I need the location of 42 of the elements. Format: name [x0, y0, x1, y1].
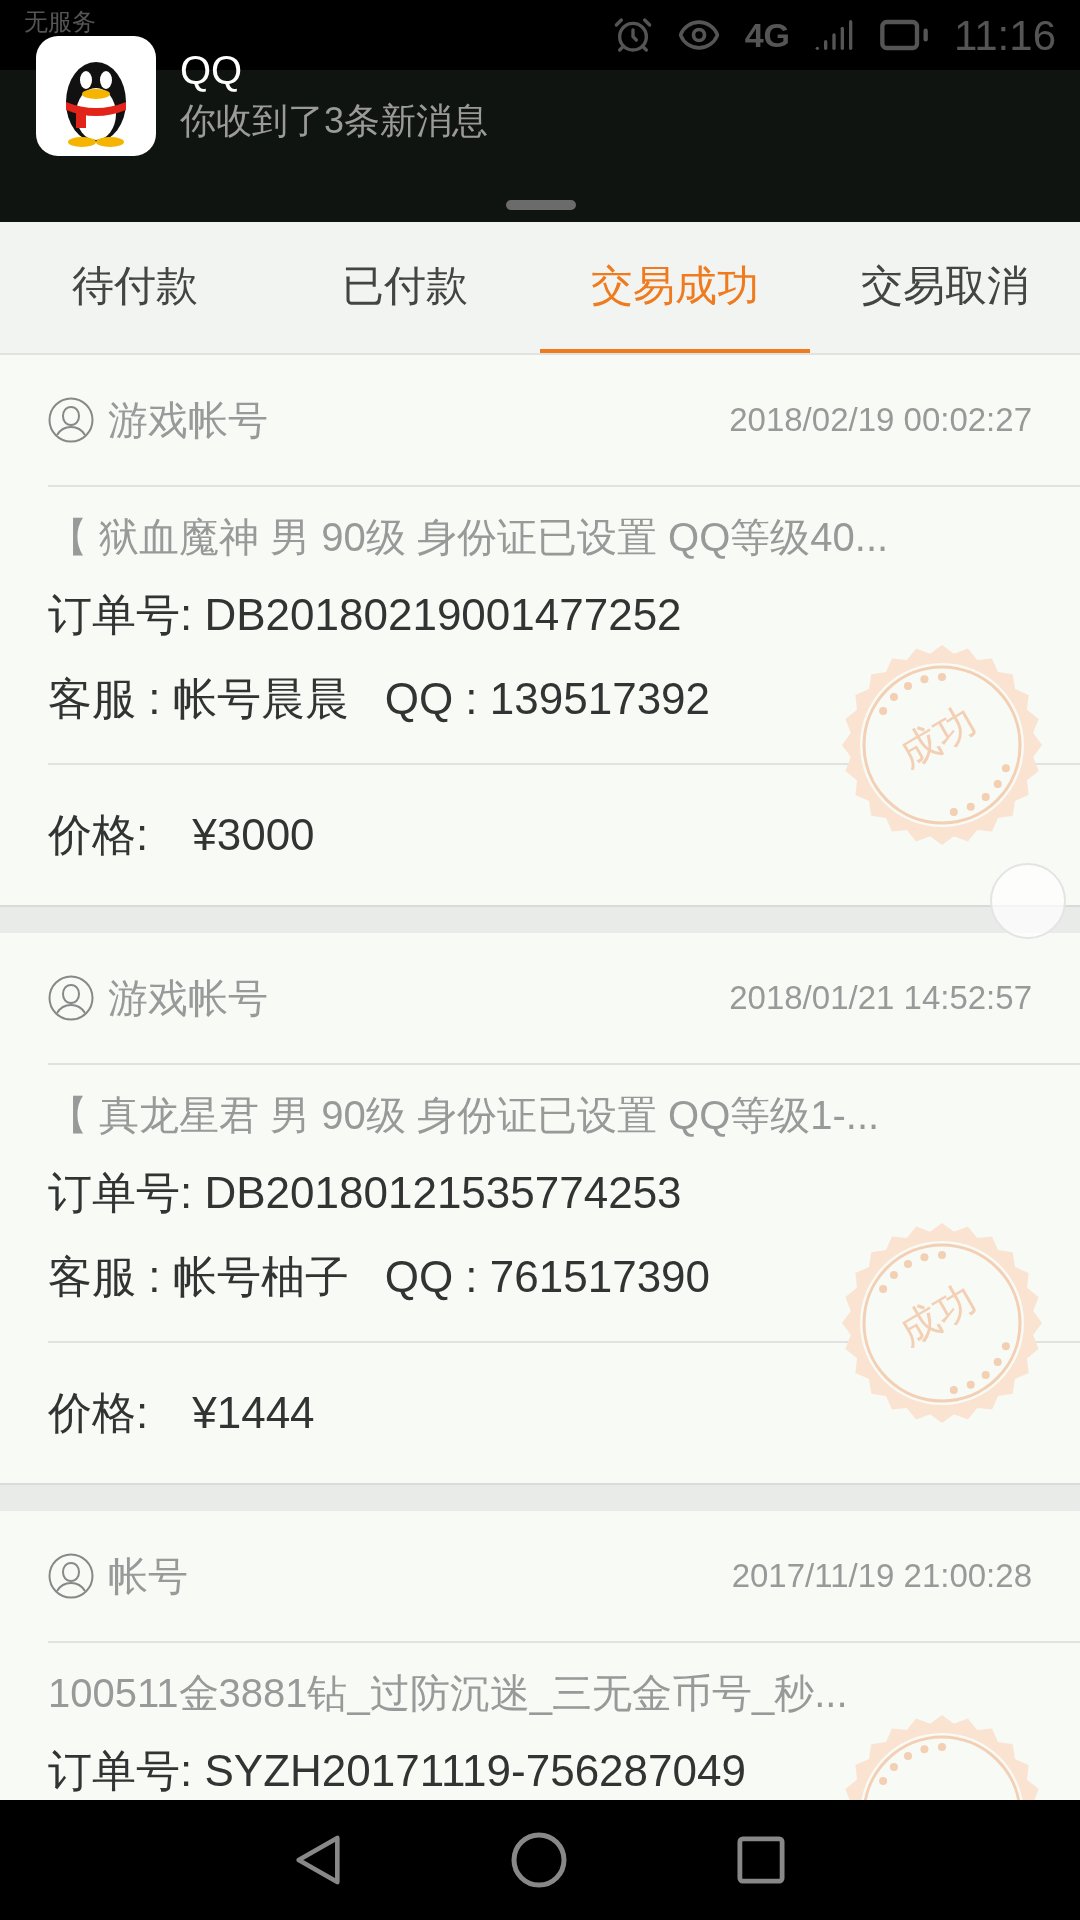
- order-number: 订单号: DB20180219001477252: [48, 589, 682, 641]
- item-title: 100511金3881钻_过防沉迷_三无金币号_秒...: [48, 1670, 849, 1717]
- order-number: 订单号: DB20180121535774253: [48, 1167, 682, 1219]
- order-date: 2017/11/19 21:00:28: [731, 1556, 1032, 1597]
- order-tab[interactable]: 待付款: [0, 222, 270, 353]
- price-label: 价格:: [48, 1387, 149, 1439]
- service-qq: QQ : 139517392: [384, 673, 711, 725]
- penguin-app-icon: [36, 36, 156, 156]
- alarm-icon: [612, 15, 653, 55]
- order-card[interactable]: 游戏帐号 2018/02/19 00:02:27 【 狱血魔神 男 90级 身份证已设置 QQ等级40... 订单号: DB20180219001477252 客服 : 帐号晨晨 QQ : 139517392 成功 价格: ¥3000: [0, 355, 1080, 907]
- recents-icon[interactable]: [737, 1836, 785, 1884]
- drag-handle[interactable]: [506, 200, 576, 210]
- service-agent: 客服 : 帐号晨晨: [48, 673, 349, 725]
- stamp-text: 成功: [892, 699, 982, 775]
- order-tab[interactable]: 已付款: [270, 222, 540, 353]
- price-value: ¥1444: [192, 1387, 315, 1439]
- item-title: 【 真龙星君 男 90级 身份证已设置 QQ等级1-...: [48, 1092, 881, 1139]
- category-label: 游戏帐号: [108, 397, 268, 444]
- notification-app-name: QQ: [180, 50, 244, 90]
- order-card[interactable]: 帐号 2017/11/19 21:00:28 100511金3881钻_过防沉迷_三无金币号_秒... 订单号: SYZH20171119-756287049: [0, 1511, 1080, 1800]
- order-card[interactable]: 游戏帐号 2018/01/21 14:52:57 【 真龙星君 男 90级 身份证已设置 QQ等级1-... 订单号: DB20180121535774253 客服 : 帐号柚子 QQ : 761517390 成功 价格: ¥1444: [0, 933, 1080, 1485]
- order-date: 2018/02/19 00:02:27: [729, 400, 1032, 441]
- price-label: 价格:: [48, 809, 149, 861]
- service-agent: 客服 : 帐号柚子: [48, 1251, 349, 1303]
- category-label: 帐号: [108, 1553, 188, 1600]
- user-icon: [48, 397, 94, 443]
- category-label: 游戏帐号: [108, 975, 268, 1022]
- price-value: ¥3000: [192, 809, 315, 861]
- order-tab[interactable]: 交易取消: [810, 222, 1080, 353]
- service-qq: QQ : 761517390: [384, 1251, 711, 1303]
- home-icon[interactable]: [511, 1832, 567, 1888]
- notification-message: 你收到了3条新消息: [180, 99, 489, 143]
- order-number: 订单号: SYZH20171119-756287049: [48, 1745, 746, 1797]
- item-title: 【 狱血魔神 男 90级 身份证已设置 QQ等级40...: [48, 514, 890, 561]
- user-icon: [48, 975, 94, 1021]
- stamp-text: 成功: [892, 1277, 982, 1353]
- user-icon: [48, 1553, 94, 1599]
- clock-time: 11:16: [954, 10, 1056, 61]
- order-date: 2018/01/21 14:52:57: [729, 978, 1032, 1019]
- network-type: 4G: [744, 14, 790, 56]
- back-icon[interactable]: [295, 1834, 341, 1886]
- carrier-text: 无服务: [24, 7, 96, 37]
